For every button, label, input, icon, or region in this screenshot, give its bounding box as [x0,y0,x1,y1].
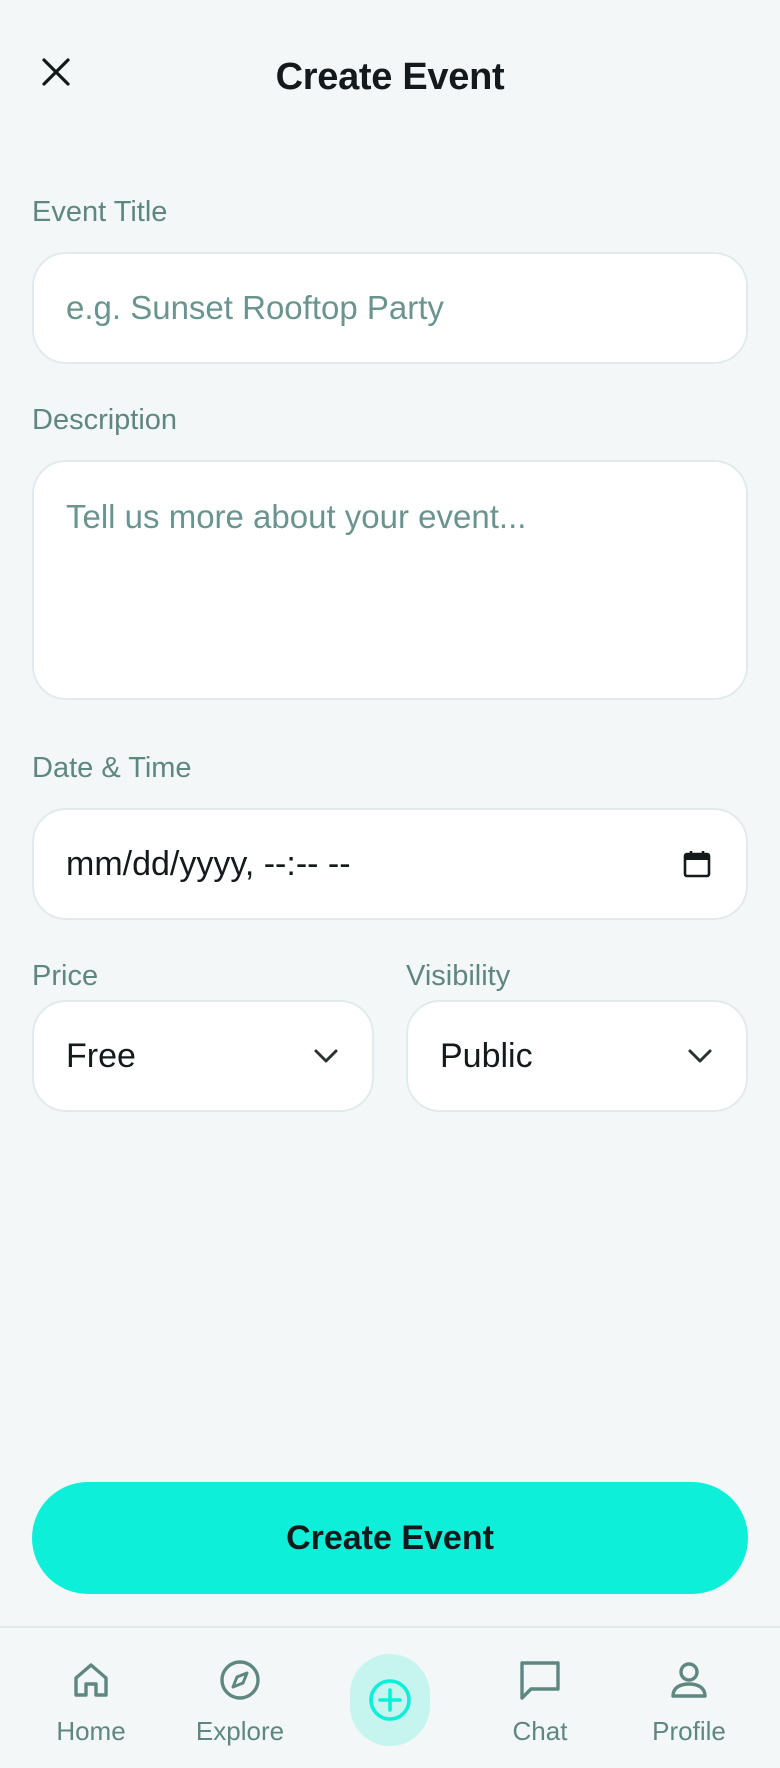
page-title: Create Event [275,56,505,98]
event-title-placeholder: e.g. Sunset Rooftop Party [66,289,444,326]
home-icon [67,1656,115,1704]
nav-item-home[interactable]: Home [26,1656,156,1747]
nav-label-home: Home [56,1716,126,1746]
compass-icon [216,1656,264,1704]
nav-label-explore: Explore [195,1716,285,1746]
nav-item-create[interactable] [350,1654,430,1746]
description-textarea[interactable]: Tell us more about your event... [32,460,748,700]
chevron-down-icon [688,1049,712,1063]
visibility-value: Public [440,1036,533,1075]
user-icon [665,1656,713,1704]
visibility-select[interactable]: Public [406,1000,748,1112]
price-label: Price [32,960,99,992]
chevron-down-icon [314,1049,338,1063]
nav-item-profile[interactable]: Profile [624,1656,754,1747]
chat-icon [516,1656,564,1704]
price-select[interactable]: Free [32,1000,374,1112]
event-title-label: Event Title [32,196,168,228]
description-placeholder: Tell us more about your event... [66,498,527,535]
bottom-nav: Home Explore Chat Profile [0,1626,780,1768]
header: Create Event [0,0,780,150]
description-label: Description [32,404,178,436]
datetime-label: Date & Time [32,752,192,784]
nav-item-chat[interactable]: Chat [475,1656,605,1747]
datetime-input[interactable]: mm/dd/yyyy, --:-- -- [32,808,748,920]
add-circle-icon [369,1679,411,1721]
calendar-icon[interactable] [682,849,712,879]
event-title-input[interactable]: e.g. Sunset Rooftop Party [32,252,748,364]
nav-label-chat: Chat [512,1716,568,1746]
create-event-button[interactable]: Create Event [32,1482,748,1594]
nav-item-explore[interactable]: Explore [175,1656,305,1747]
nav-label-profile: Profile [652,1716,726,1746]
datetime-value: mm/dd/yyyy, --:-- -- [66,844,351,883]
visibility-label: Visibility [406,960,511,992]
price-value: Free [66,1036,136,1075]
